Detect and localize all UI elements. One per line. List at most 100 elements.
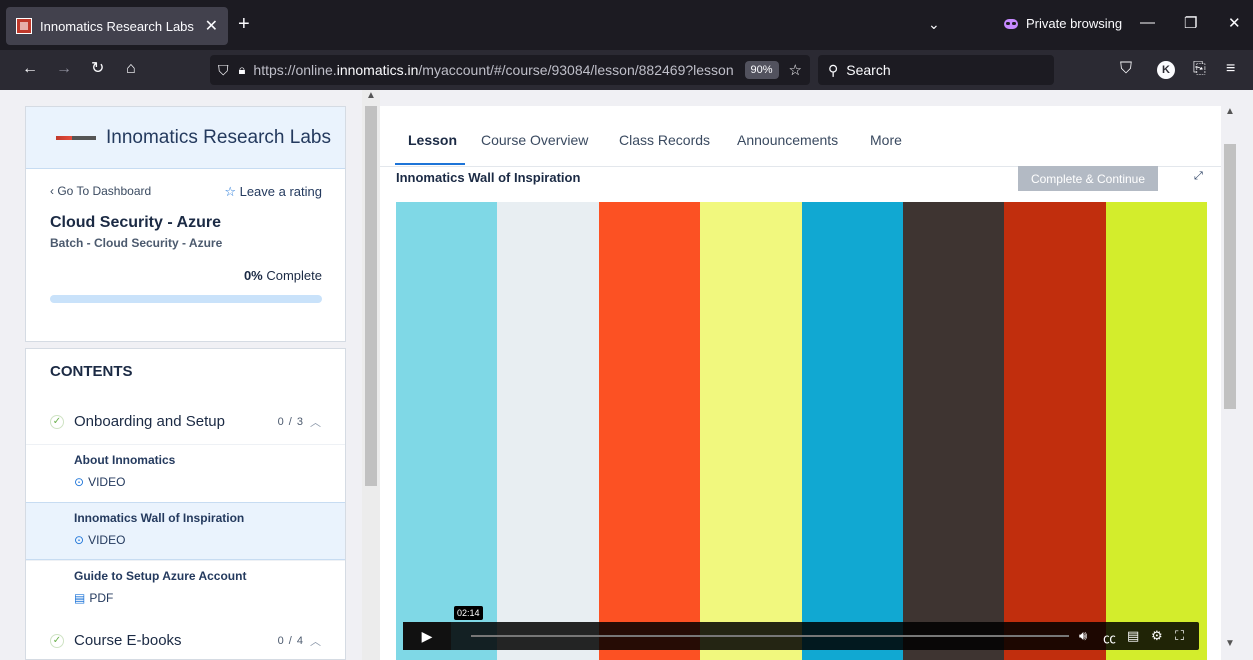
- video-frame: [396, 202, 1207, 660]
- color-bar-7: [1004, 202, 1106, 660]
- color-bar-8: [1105, 202, 1207, 660]
- lesson-kind: ⊙ VIDEO: [74, 475, 126, 489]
- private-browsing-label: Private browsing: [1026, 16, 1123, 31]
- video-player[interactable]: ▶ 02:14 🔊︎ ㏄ ▤ ⚙ ⛶: [396, 202, 1207, 660]
- course-info-card: Innomatics Research Labs ‹ Go To Dashboa…: [25, 106, 346, 342]
- check-icon: ✓: [50, 633, 64, 648]
- brand-name: Innomatics Research Labs: [106, 126, 331, 148]
- page-scroll-thumb[interactable]: [1224, 144, 1236, 409]
- course-title: Cloud Security - Azure: [50, 214, 221, 231]
- extensions-icon[interactable]: ⎘: [1193, 60, 1206, 78]
- play-button[interactable]: ▶: [403, 622, 451, 650]
- chevron-up-icon[interactable]: ︿: [310, 414, 321, 430]
- lesson-heading: Innomatics Wall of Inspiration: [396, 170, 581, 185]
- color-bar-4: [700, 202, 802, 660]
- course-progress-bar: [50, 295, 322, 303]
- sidebar-scrollbar[interactable]: ▲: [362, 90, 380, 660]
- reload-icon[interactable]: ↻: [91, 60, 104, 78]
- section-label: Course E-books: [74, 632, 182, 649]
- section-count: 0 / 3: [277, 415, 304, 428]
- forward-arrow-icon[interactable]: →: [56, 60, 72, 78]
- color-bar-1: [396, 202, 498, 660]
- check-icon: ✓: [50, 414, 64, 429]
- seek-bar[interactable]: [471, 635, 1069, 637]
- player-controls: ▶ 02:14 🔊︎ ㏄ ▤ ⚙ ⛶: [403, 606, 1199, 650]
- site-favicon-icon: [16, 18, 32, 34]
- lesson-tabs: Lesson Course Overview Class Records Ann…: [380, 106, 1221, 167]
- color-bar-5: [801, 202, 903, 660]
- tab-course-overview[interactable]: Course Overview: [481, 132, 588, 148]
- complete-continue-button[interactable]: Complete & Continue: [1018, 166, 1158, 191]
- play-circle-icon: ⊙: [74, 475, 85, 489]
- zoom-level-badge[interactable]: 90%: [744, 61, 779, 79]
- bookmark-star-icon[interactable]: ☆: [789, 61, 802, 79]
- tab-title: Innomatics Research Labs: [40, 18, 194, 34]
- active-tab-indicator: [395, 163, 465, 165]
- captions-icon[interactable]: ㏄: [1103, 628, 1116, 647]
- browser-tab[interactable]: Innomatics Research Labs ✕: [6, 7, 228, 45]
- lesson-title: Innomatics Wall of Inspiration: [74, 511, 245, 525]
- pocket-icon[interactable]: ⛉: [1120, 60, 1132, 78]
- dashboard-row: ‹ Go To Dashboard ☆ Leave a rating: [26, 169, 345, 200]
- section-count: 0 / 4: [277, 634, 304, 647]
- sidebar-scroll-thumb[interactable]: [365, 106, 377, 486]
- section-onboarding[interactable]: ✓ Onboarding and Setup 0 / 3 ︿: [26, 399, 345, 444]
- leave-rating-link[interactable]: ☆ Leave a rating: [224, 184, 322, 200]
- tab-lesson[interactable]: Lesson: [408, 132, 457, 148]
- url-text[interactable]: https://online.innomatics.in/myaccount/#…: [253, 62, 734, 78]
- tab-close-icon[interactable]: ✕: [205, 16, 218, 36]
- batch-name: Batch - Cloud Security - Azure: [50, 236, 223, 250]
- contents-panel: CONTENTS ✓ Onboarding and Setup 0 / 3 ︿ …: [25, 348, 346, 660]
- go-to-dashboard-link[interactable]: ‹ Go To Dashboard: [50, 184, 151, 200]
- completion-text: 0% Complete: [243, 268, 322, 283]
- lesson-item[interactable]: Guide to Setup Azure Account ▤ PDF: [26, 560, 345, 618]
- contents-heading: CONTENTS: [50, 363, 133, 380]
- tab-list-chevron-icon[interactable]: ⌄: [928, 16, 940, 33]
- volume-icon[interactable]: 🔊︎: [1079, 628, 1087, 644]
- chevron-up-icon[interactable]: ︿: [310, 633, 321, 649]
- document-icon: ▤: [74, 591, 86, 605]
- lesson-kind: ⊙ VIDEO: [74, 533, 126, 547]
- back-arrow-icon[interactable]: ←: [22, 60, 38, 78]
- menu-hamburger-icon[interactable]: ≡: [1226, 60, 1235, 78]
- search-placeholder: Search: [846, 62, 891, 78]
- search-bar[interactable]: ⚲ Search: [818, 55, 1054, 85]
- innomatics-logo-icon: [56, 135, 96, 140]
- play-circle-icon: ⊙: [74, 533, 85, 547]
- scroll-up-arrow-icon[interactable]: ▲: [1225, 106, 1235, 117]
- page-scrollbar[interactable]: ▲ ▼: [1221, 104, 1239, 660]
- settings-gear-icon[interactable]: ⚙: [1151, 628, 1163, 644]
- account-avatar[interactable]: K: [1157, 61, 1175, 79]
- scroll-up-arrow-icon[interactable]: ▲: [366, 90, 376, 101]
- private-browsing-indicator: Private browsing: [1004, 16, 1122, 31]
- close-window-button[interactable]: ✕: [1228, 14, 1241, 32]
- color-bar-6: [902, 202, 1005, 660]
- new-tab-button[interactable]: +: [238, 14, 250, 34]
- color-bar-2: [497, 202, 599, 660]
- web-page: Innomatics Research Labs ‹ Go To Dashboa…: [0, 90, 1253, 660]
- address-bar[interactable]: ⛉ 🔒︎ https://online.innomatics.in/myacco…: [210, 55, 810, 85]
- transcript-icon[interactable]: ▤: [1127, 628, 1139, 644]
- tab-announcements[interactable]: Announcements: [737, 132, 838, 148]
- private-mask-icon: [1004, 18, 1018, 29]
- brand-header: Innomatics Research Labs: [26, 107, 345, 169]
- tab-more[interactable]: More: [870, 132, 902, 148]
- time-tooltip: 02:14: [454, 606, 483, 620]
- section-course-ebooks[interactable]: ✓ Course E-books 0 / 4 ︿: [26, 618, 345, 660]
- restore-button[interactable]: ❐: [1184, 14, 1197, 32]
- browser-tab-bar: Innomatics Research Labs ✕ + ⌄ Private b…: [0, 0, 1253, 50]
- lesson-item[interactable]: About Innomatics ⊙ VIDEO: [26, 444, 345, 502]
- expand-icon[interactable]: ⤢: [1194, 170, 1203, 183]
- tracking-shield-icon[interactable]: ⛉: [218, 62, 229, 79]
- star-outline-icon: ☆: [224, 184, 236, 199]
- scroll-down-arrow-icon[interactable]: ▼: [1225, 638, 1235, 649]
- lesson-item-active[interactable]: Innomatics Wall of Inspiration ⊙ VIDEO: [26, 502, 345, 560]
- home-icon[interactable]: ⌂: [126, 60, 136, 78]
- lesson-title: Guide to Setup Azure Account: [74, 569, 247, 583]
- minimize-button[interactable]: —: [1140, 14, 1155, 31]
- fullscreen-icon[interactable]: ⛶: [1175, 628, 1184, 644]
- lock-icon[interactable]: 🔒︎: [239, 62, 246, 78]
- section-label: Onboarding and Setup: [74, 413, 225, 430]
- tab-class-records[interactable]: Class Records: [619, 132, 710, 148]
- lesson-title: About Innomatics: [74, 453, 176, 467]
